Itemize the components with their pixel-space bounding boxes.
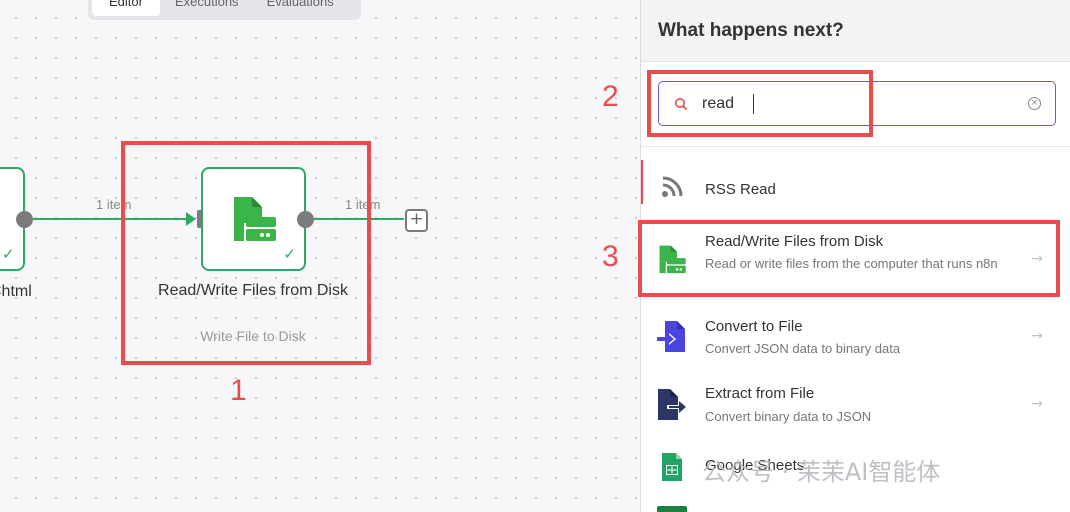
annotation-box-2 [647,70,873,137]
rss-icon [662,176,683,197]
item-name: Convert to File [705,318,803,335]
annotation-number-2: 2 [602,80,619,113]
arrow-right-icon: → [1031,328,1043,344]
google-sheets-icon [662,453,682,481]
item-name: RSS Read [705,181,776,198]
arrow-right-icon: → [1031,396,1043,412]
divider [641,146,1070,147]
next-item-icon [657,506,687,512]
tab-executions[interactable]: Executions [162,0,252,16]
annotation-number-1: 1 [230,374,247,407]
tab-editor[interactable]: Editor [92,0,160,16]
add-node-button[interactable]: + [405,209,428,232]
clear-search-icon[interactable]: × [1028,97,1041,110]
panel-header: What happens next? [641,0,1070,62]
annotation-box-3 [638,220,1060,297]
tab-evaluations[interactable]: Evaluations [254,0,347,16]
workflow-canvas[interactable]: Editor Executions Evaluations ✓ Chtml 1 … [0,0,640,512]
convert-to-file-icon [657,321,685,352]
list-item-rss-read[interactable]: RSS Read [641,160,1070,220]
extract-from-file-icon [658,389,686,420]
list-item-extract-from-file[interactable]: Extract from File Convert binary data to… [641,380,1070,438]
item-name: Extract from File [705,385,815,402]
list-item-convert-to-file[interactable]: Convert to File Convert JSON data to bin… [641,312,1070,370]
view-tabs: Editor Executions Evaluations [88,0,361,20]
annotation-box-1 [121,141,371,365]
annotation-number-3: 3 [602,240,619,273]
previous-node-output-handle[interactable] [16,211,33,228]
item-description: Convert JSON data to binary data [705,341,901,356]
item-description: Convert binary data to JSON [705,409,872,424]
previous-node-label: Chtml [0,283,32,300]
panel-title: What happens next? [658,20,844,41]
success-check-icon: ✓ [2,245,15,263]
watermark: 公众号 · 茉茉AI智能体 [702,458,941,486]
